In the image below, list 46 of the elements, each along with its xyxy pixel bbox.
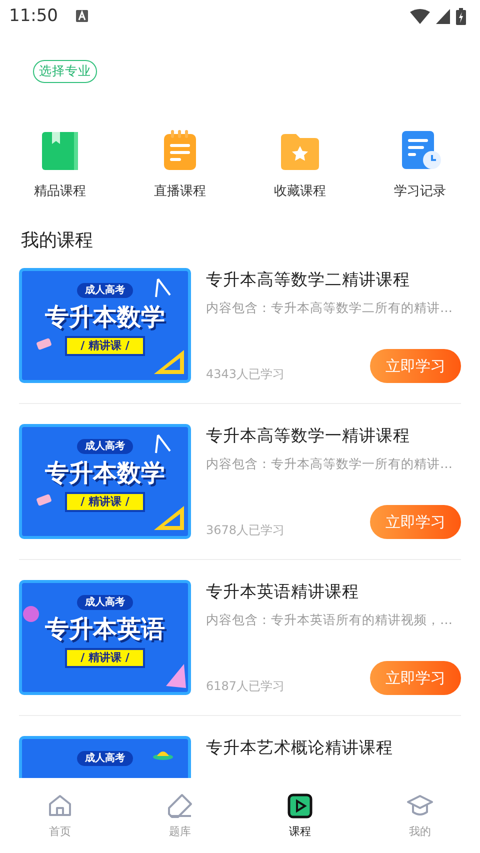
eraser-icon xyxy=(36,494,52,506)
wifi-icon xyxy=(410,8,430,24)
course-title: 专升本艺术概论精讲课程 xyxy=(206,737,394,759)
cover-title: 专升本数学 xyxy=(45,458,165,489)
play-icon xyxy=(286,792,314,820)
shortcut-button[interactable]: 收藏课程 xyxy=(240,128,360,200)
select-major-button[interactable]: 选择专业 xyxy=(33,60,97,83)
shortcut-button[interactable]: 精品课程 xyxy=(0,128,120,200)
learner-count: 4343人已学习 xyxy=(206,366,285,383)
course-title: 专升本英语精讲课程 xyxy=(206,581,360,603)
signal-icon xyxy=(436,8,450,24)
course-description: 内容包含：专升本高等数学一所有的精讲… xyxy=(206,456,454,473)
triangle-ruler-icon xyxy=(152,348,186,376)
course-description: 内容包含：专升本高等数学二所有的精讲… xyxy=(206,300,454,317)
tab-item[interactable]: 课程 xyxy=(240,792,360,839)
eraser-icon xyxy=(166,792,194,820)
cover-badge: 成人高考 xyxy=(77,595,133,610)
triangle-ruler-icon xyxy=(152,504,186,532)
learner-count: 3678人已学习 xyxy=(206,522,285,539)
status-time: 11:50 xyxy=(9,6,58,26)
learner-count: 6187人已学习 xyxy=(206,678,285,695)
cover-title: 专升本英语 xyxy=(45,614,165,645)
planet-icon xyxy=(22,605,40,623)
tab-item[interactable]: 我的 xyxy=(360,792,480,839)
cover-title: 专升本数学 xyxy=(45,302,165,333)
ufo-icon xyxy=(152,749,174,761)
course-description: 内容包含：专升本英语所有的精讲视频，… xyxy=(206,612,454,629)
cover-tag: / 精讲课 / xyxy=(64,492,146,512)
tab-item[interactable]: 题库 xyxy=(120,792,240,839)
section-title: 我的课程 xyxy=(20,229,94,252)
shortcut-button[interactable]: 学习记录 xyxy=(360,128,480,200)
battery-icon xyxy=(456,8,466,24)
cover-badge: 成人高考 xyxy=(77,751,133,766)
study-button[interactable]: 立即学习 xyxy=(370,505,461,539)
cover-tag: / 精讲课 / xyxy=(64,648,146,668)
notification-icon xyxy=(76,10,88,22)
study-button[interactable]: 立即学习 xyxy=(370,661,461,695)
eraser-icon xyxy=(36,338,52,350)
course-title: 专升本高等数学二精讲课程 xyxy=(206,269,411,291)
tab-item[interactable]: 首页 xyxy=(0,792,120,839)
course-title: 专升本高等数学一精讲课程 xyxy=(206,425,411,447)
cover-badge: 成人高考 xyxy=(77,283,133,298)
cover-badge: 成人高考 xyxy=(77,439,133,454)
shortcut-button[interactable]: 直播课程 xyxy=(120,128,240,200)
study-button[interactable]: 立即学习 xyxy=(370,349,461,383)
cover-tag: / 精讲课 / xyxy=(64,336,146,356)
